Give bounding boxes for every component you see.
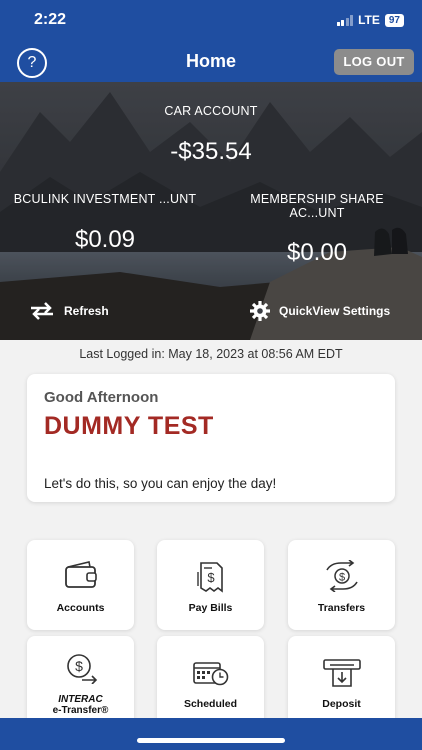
bottom-bar bbox=[0, 718, 422, 750]
tile-interac-etransfer-label: INTERAC e-Transfer® bbox=[27, 694, 134, 716]
tile-pay-bills-label: Pay Bills bbox=[188, 602, 233, 614]
nav-bar: ? Home LOG OUT bbox=[0, 40, 422, 82]
investment-account-balance[interactable]: $0.09 bbox=[0, 226, 210, 254]
atm-deposit-icon bbox=[322, 659, 361, 687]
membership-account-label-2: AC...UNT bbox=[289, 206, 345, 220]
refresh-button[interactable]: Refresh bbox=[28, 302, 109, 320]
wallet-icon bbox=[64, 561, 97, 588]
home-indicator[interactable] bbox=[137, 738, 285, 743]
greeting-message: Let's do this, so you can enjoy the day! bbox=[44, 476, 277, 491]
gear-icon bbox=[250, 301, 270, 321]
etransfer-label: e-Transfer® bbox=[52, 705, 109, 716]
transfer-icon: $ bbox=[325, 559, 358, 593]
etransfer-icon: $ bbox=[66, 654, 97, 685]
tile-accounts-label: Accounts bbox=[56, 602, 105, 614]
tile-scheduled[interactable]: Scheduled bbox=[157, 636, 264, 726]
tile-transfers-label: Transfers bbox=[317, 602, 366, 614]
user-name: DUMMY TEST bbox=[44, 412, 214, 440]
membership-account-balance[interactable]: $0.00 bbox=[212, 239, 422, 267]
greeting-salutation: Good Afternoon bbox=[44, 389, 159, 406]
tile-deposit[interactable]: Deposit bbox=[288, 636, 395, 726]
membership-account-label-1: MEMBERSHIP SHARE bbox=[250, 192, 384, 206]
svg-text:$: $ bbox=[338, 572, 344, 584]
bill-icon: $ bbox=[196, 562, 223, 593]
status-bar: 2:22 LTE 97 bbox=[0, 0, 422, 40]
tile-transfers[interactable]: $ Transfers bbox=[288, 540, 395, 630]
calendar-clock-icon bbox=[192, 662, 228, 686]
network-type: LTE bbox=[358, 13, 380, 27]
quickview-settings-label: QuickView Settings bbox=[279, 304, 391, 318]
interac-label: INTERAC bbox=[58, 694, 103, 705]
last-logged-in: Last Logged in: May 18, 2023 at 08:56 AM… bbox=[79, 347, 343, 361]
svg-text:$: $ bbox=[75, 658, 83, 674]
refresh-label: Refresh bbox=[64, 304, 109, 318]
status-indicators: LTE 97 bbox=[336, 13, 404, 27]
status-time: 2:22 bbox=[34, 11, 67, 28]
tile-interac-etransfer[interactable]: $ INTERAC e-Transfer® bbox=[27, 636, 134, 726]
tile-scheduled-label: Scheduled bbox=[183, 698, 238, 710]
tile-accounts[interactable]: Accounts bbox=[27, 540, 134, 630]
signal-icon bbox=[336, 14, 354, 26]
account-quickview: CAR ACCOUNT -$35.54 BCULINK INVESTMENT .… bbox=[0, 82, 422, 340]
quickview-settings-button[interactable]: QuickView Settings bbox=[249, 300, 390, 322]
logout-button[interactable]: LOG OUT bbox=[334, 49, 414, 75]
tile-pay-bills[interactable]: $ Pay Bills bbox=[157, 540, 264, 630]
tile-deposit-label: Deposit bbox=[322, 698, 361, 710]
refresh-icon bbox=[31, 302, 53, 320]
investment-account-label: BCULINK INVESTMENT ...UNT bbox=[13, 192, 197, 206]
greeting-card: Good Afternoon DUMMY TEST Let's do this,… bbox=[27, 374, 395, 502]
main-account-label: CAR ACCOUNT bbox=[164, 104, 258, 118]
battery-icon: 97 bbox=[384, 13, 404, 27]
main-account-balance[interactable]: -$35.54 bbox=[0, 138, 422, 166]
svg-text:$: $ bbox=[207, 570, 215, 585]
